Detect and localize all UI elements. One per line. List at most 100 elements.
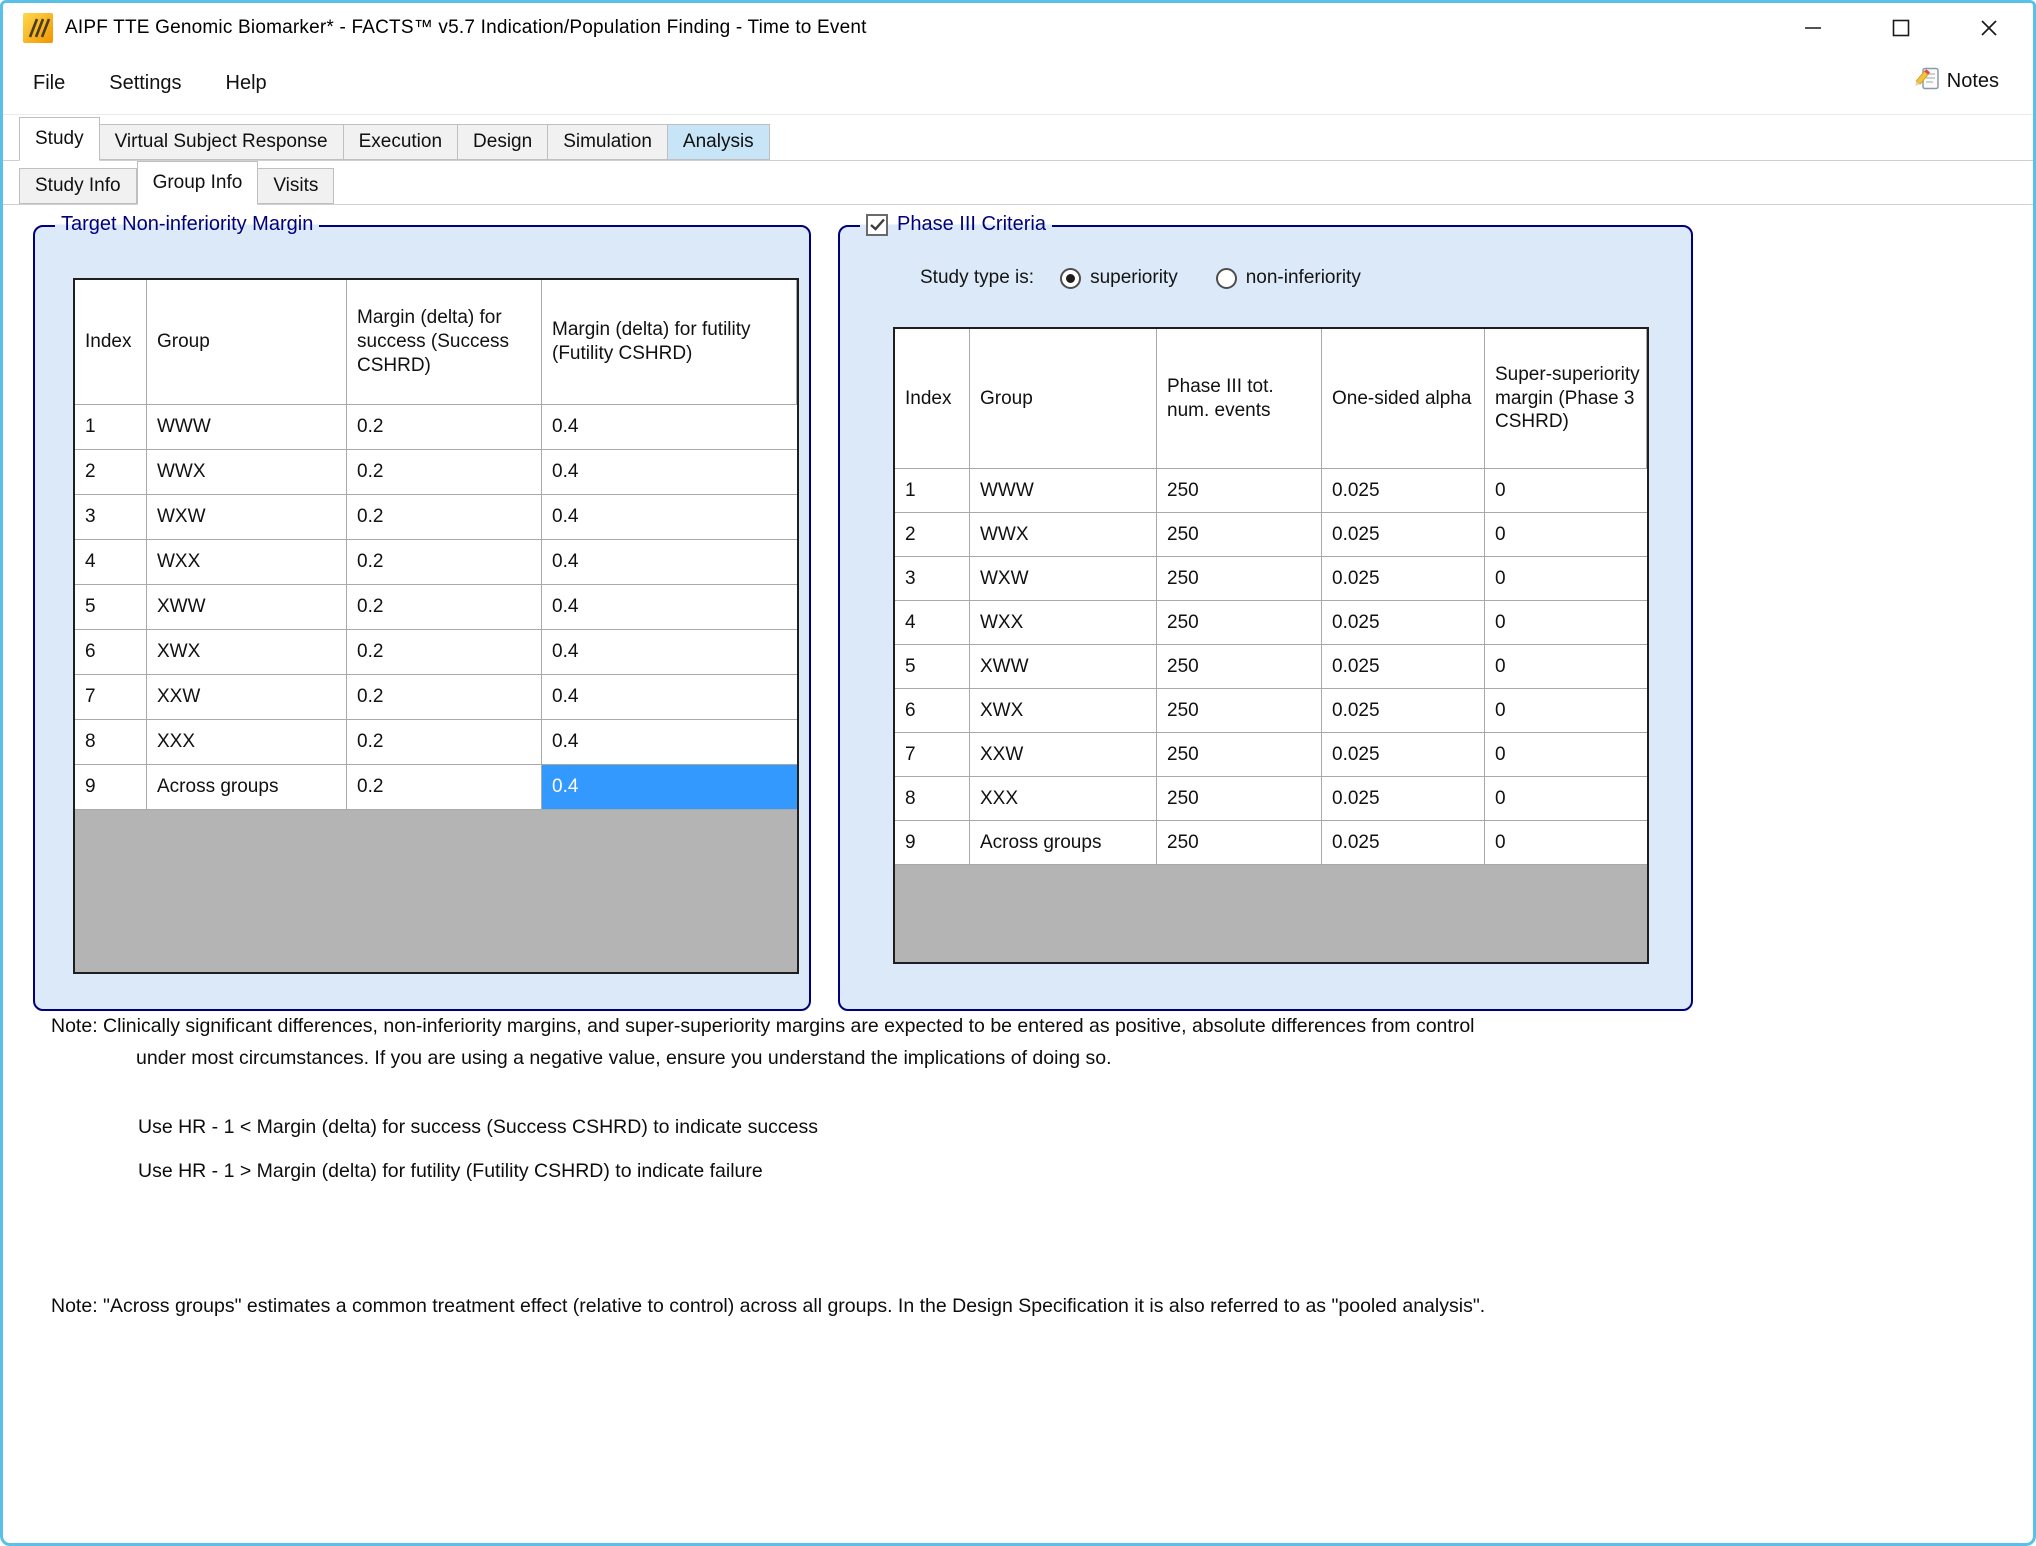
- cell-super-superiority-margin[interactable]: 0: [1485, 645, 1647, 689]
- cell-margin-success[interactable]: 0.2: [347, 630, 542, 675]
- cell-index[interactable]: 4: [895, 601, 970, 645]
- cell-group[interactable]: WWW: [147, 405, 347, 450]
- cell-alpha[interactable]: 0.025: [1322, 821, 1485, 865]
- cell-alpha[interactable]: 0.025: [1322, 469, 1485, 513]
- tab-simulation[interactable]: Simulation: [548, 124, 668, 160]
- cell-margin-futility[interactable]: 0.4: [542, 720, 797, 765]
- cell-group[interactable]: XXX: [970, 777, 1157, 821]
- cell-super-superiority-margin[interactable]: 0: [1485, 821, 1647, 865]
- cell-margin-futility[interactable]: 0.4: [542, 450, 797, 495]
- cell-index[interactable]: 1: [75, 405, 147, 450]
- cell-margin-futility[interactable]: 0.4: [542, 675, 797, 720]
- superiority-radio[interactable]: [1060, 268, 1081, 289]
- cell-group[interactable]: XWW: [970, 645, 1157, 689]
- cell-events[interactable]: 250: [1157, 777, 1322, 821]
- cell-group[interactable]: XWX: [970, 689, 1157, 733]
- cell-index[interactable]: 8: [895, 777, 970, 821]
- cell-group[interactable]: XXW: [970, 733, 1157, 777]
- tab-visits[interactable]: Visits: [258, 168, 334, 204]
- cell-margin-success[interactable]: 0.2: [347, 765, 542, 810]
- cell-events[interactable]: 250: [1157, 689, 1322, 733]
- cell-super-superiority-margin[interactable]: 0: [1485, 777, 1647, 821]
- cell-group[interactable]: Across groups: [970, 821, 1157, 865]
- cell-index[interactable]: 3: [895, 557, 970, 601]
- cell-margin-futility[interactable]: 0.4: [542, 585, 797, 630]
- cell-alpha[interactable]: 0.025: [1322, 645, 1485, 689]
- cell-events[interactable]: 250: [1157, 513, 1322, 557]
- cell-index[interactable]: 5: [895, 645, 970, 689]
- cell-super-superiority-margin[interactable]: 0: [1485, 513, 1647, 557]
- cell-group[interactable]: XXX: [147, 720, 347, 765]
- tab-design[interactable]: Design: [458, 124, 548, 160]
- cell-margin-success[interactable]: 0.2: [347, 495, 542, 540]
- notes-button[interactable]: Notes: [1914, 65, 1999, 98]
- cell-group[interactable]: XXW: [147, 675, 347, 720]
- cell-events[interactable]: 250: [1157, 469, 1322, 513]
- cell-group[interactable]: WXX: [147, 540, 347, 585]
- tab-virtual-subject-response[interactable]: Virtual Subject Response: [100, 124, 344, 160]
- cell-index[interactable]: 7: [895, 733, 970, 777]
- cell-super-superiority-margin[interactable]: 0: [1485, 601, 1647, 645]
- maximize-button[interactable]: [1857, 3, 1945, 53]
- cell-group[interactable]: WWW: [970, 469, 1157, 513]
- cell-margin-futility[interactable]: 0.4: [542, 765, 797, 810]
- cell-margin-futility[interactable]: 0.4: [542, 630, 797, 675]
- close-button[interactable]: [1945, 3, 2033, 53]
- cell-alpha[interactable]: 0.025: [1322, 689, 1485, 733]
- cell-super-superiority-margin[interactable]: 0: [1485, 469, 1647, 513]
- cell-group[interactable]: XWX: [147, 630, 347, 675]
- cell-alpha[interactable]: 0.025: [1322, 557, 1485, 601]
- cell-index[interactable]: 9: [895, 821, 970, 865]
- tab-study[interactable]: Study: [19, 117, 100, 161]
- cell-index[interactable]: 1: [895, 469, 970, 513]
- cell-events[interactable]: 250: [1157, 821, 1322, 865]
- cell-index[interactable]: 3: [75, 495, 147, 540]
- cell-alpha[interactable]: 0.025: [1322, 777, 1485, 821]
- cell-index[interactable]: 6: [895, 689, 970, 733]
- minimize-button[interactable]: [1769, 3, 1857, 53]
- cell-super-superiority-margin[interactable]: 0: [1485, 733, 1647, 777]
- cell-margin-success[interactable]: 0.2: [347, 540, 542, 585]
- cell-margin-futility[interactable]: 0.4: [542, 495, 797, 540]
- menu-file[interactable]: File: [33, 72, 65, 95]
- cell-index[interactable]: 6: [75, 630, 147, 675]
- cell-index[interactable]: 2: [895, 513, 970, 557]
- cell-margin-success[interactable]: 0.2: [347, 450, 542, 495]
- non-inferiority-radio[interactable]: [1216, 268, 1237, 289]
- cell-margin-success[interactable]: 0.2: [347, 585, 542, 630]
- cell-group[interactable]: WXW: [147, 495, 347, 540]
- cell-group[interactable]: WWX: [970, 513, 1157, 557]
- cell-index[interactable]: 4: [75, 540, 147, 585]
- cell-alpha[interactable]: 0.025: [1322, 601, 1485, 645]
- cell-events[interactable]: 250: [1157, 601, 1322, 645]
- cell-alpha[interactable]: 0.025: [1322, 513, 1485, 557]
- tab-execution[interactable]: Execution: [344, 124, 458, 160]
- cell-group[interactable]: XWW: [147, 585, 347, 630]
- cell-margin-futility[interactable]: 0.4: [542, 405, 797, 450]
- cell-index[interactable]: 2: [75, 450, 147, 495]
- cell-margin-futility[interactable]: 0.4: [542, 540, 797, 585]
- cell-group[interactable]: WXX: [970, 601, 1157, 645]
- cell-super-superiority-margin[interactable]: 0: [1485, 689, 1647, 733]
- cell-events[interactable]: 250: [1157, 733, 1322, 777]
- tab-analysis[interactable]: Analysis: [668, 124, 770, 160]
- cell-index[interactable]: 8: [75, 720, 147, 765]
- tab-study-info[interactable]: Study Info: [19, 168, 137, 204]
- cell-index[interactable]: 5: [75, 585, 147, 630]
- menu-help[interactable]: Help: [226, 72, 267, 95]
- cell-group[interactable]: WXW: [970, 557, 1157, 601]
- cell-events[interactable]: 250: [1157, 557, 1322, 601]
- cell-events[interactable]: 250: [1157, 645, 1322, 689]
- tab-group-info[interactable]: Group Info: [137, 161, 259, 205]
- cell-margin-success[interactable]: 0.2: [347, 405, 542, 450]
- menu-settings[interactable]: Settings: [109, 72, 181, 95]
- cell-alpha[interactable]: 0.025: [1322, 733, 1485, 777]
- phase-iii-criteria-checkbox[interactable]: [866, 214, 888, 236]
- cell-group[interactable]: Across groups: [147, 765, 347, 810]
- cell-index[interactable]: 7: [75, 675, 147, 720]
- cell-super-superiority-margin[interactable]: 0: [1485, 557, 1647, 601]
- cell-margin-success[interactable]: 0.2: [347, 720, 542, 765]
- cell-group[interactable]: WWX: [147, 450, 347, 495]
- cell-margin-success[interactable]: 0.2: [347, 675, 542, 720]
- cell-index[interactable]: 9: [75, 765, 147, 810]
